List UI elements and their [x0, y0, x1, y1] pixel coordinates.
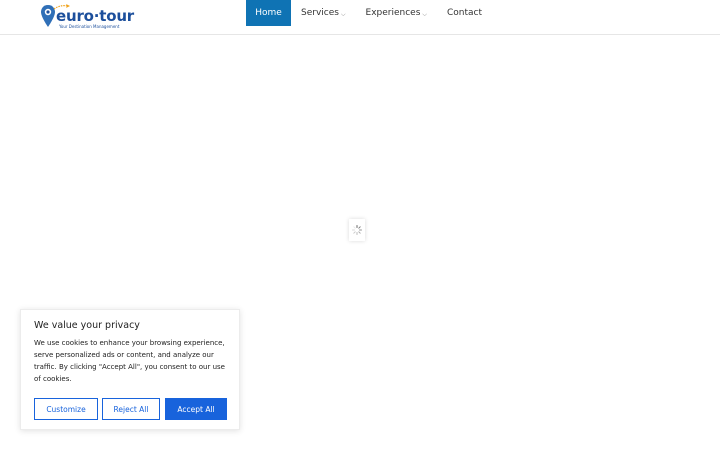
chevron-down-icon: ⌵: [340, 10, 346, 18]
nav-contact-label: Contact: [446, 8, 482, 18]
nav-experiences[interactable]: Experiences ⌵: [356, 0, 437, 26]
chevron-down-icon: ⌵: [422, 10, 427, 18]
nav-services[interactable]: Services ⌵: [291, 0, 356, 26]
site-header: euro·tour Your Destination Management Ho…: [0, 0, 720, 35]
accept-all-button[interactable]: Accept All: [165, 398, 227, 420]
nav-home-label: Home: [255, 8, 282, 18]
spinner-icon: [352, 225, 362, 235]
page-loader: [349, 219, 365, 241]
nav-services-label: Services: [301, 8, 339, 18]
nav-contact[interactable]: Contact: [437, 0, 492, 26]
customize-button[interactable]: Customize: [34, 398, 98, 420]
cookie-consent-banner: We value your privacy We use cookies to …: [20, 309, 240, 430]
main-nav: Home Services ⌵ Experiences ⌵ Contact: [246, 0, 492, 26]
logo-text: euro·tour: [56, 7, 135, 25]
nav-experiences-label: Experiences: [365, 8, 421, 18]
cookie-description: We use cookies to enhance your browsing …: [34, 339, 225, 383]
reject-all-button[interactable]: Reject All: [102, 398, 160, 420]
nav-home[interactable]: Home: [246, 0, 291, 26]
logo-tagline: Your Destination Management: [59, 24, 120, 29]
cookie-title: We value your privacy: [34, 320, 140, 331]
